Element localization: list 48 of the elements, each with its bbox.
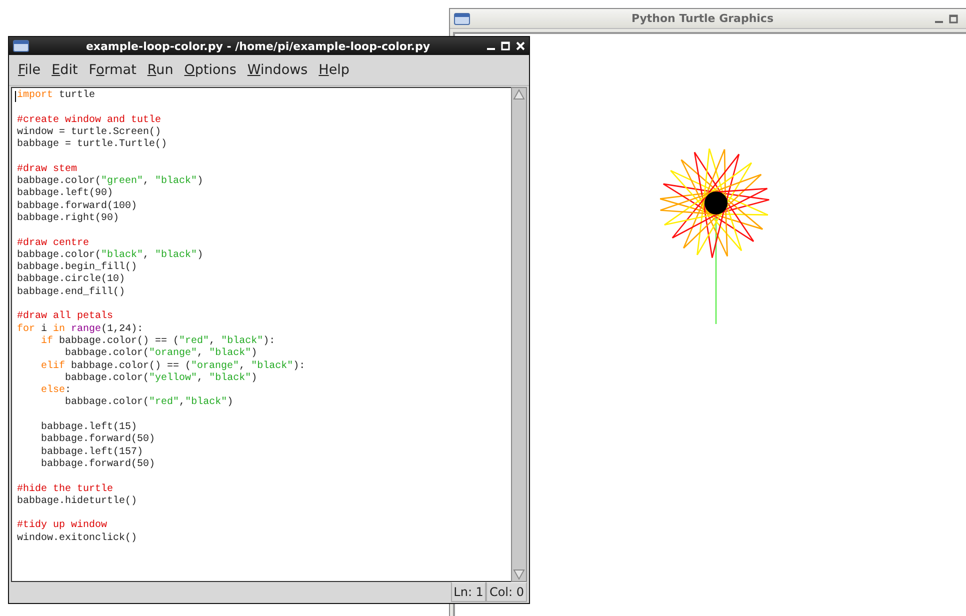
code-line: #hide the turtle	[17, 484, 114, 496]
code-line: babbage.left(157)	[40, 446, 144, 458]
code-line: #draw stem	[17, 164, 78, 176]
code-line: babbage.forward(50)	[40, 434, 156, 446]
code-line: babbage.color("red","black")	[64, 397, 234, 410]
text-cursor	[15, 91, 16, 102]
column-indicator: Col: 0	[486, 582, 527, 602]
code-line: babbage.begin_fill()	[17, 262, 138, 274]
code-line: babbage.right(90)	[17, 212, 120, 226]
code-line: babbage = turtle.Turtle()	[17, 139, 168, 152]
code-line: babbage.left(15)	[40, 422, 138, 434]
code-line: babbage.color("orange", "black")	[64, 348, 258, 360]
code-line: #create window and tutle	[17, 114, 162, 126]
code-line: window = turtle.Screen()	[17, 126, 162, 138]
code-line: #draw all petals	[17, 311, 114, 324]
window-title: example-loop-color.py - /home/pi/example-loop-color.py	[84, 40, 432, 52]
code-editor[interactable]	[11, 87, 511, 582]
code-line: babbage.left(90)	[17, 188, 114, 200]
code-line: babbage.forward(100)	[17, 200, 138, 212]
menu-item[interactable]: Edit	[50, 60, 84, 80]
code-line: babbage.color("yellow", "black")	[64, 372, 258, 386]
menu-item[interactable]: Run	[146, 60, 180, 80]
code-line: babbage.circle(10)	[17, 274, 126, 286]
scrollbar[interactable]	[511, 87, 527, 582]
line-indicator: Ln: 1	[450, 582, 486, 602]
code-line: babbage.end_fill()	[17, 286, 126, 300]
scroll-up-icon[interactable]	[512, 88, 526, 102]
close-icon[interactable]	[516, 41, 525, 51]
code-line: else:	[40, 385, 72, 396]
code-line: babbage.forward(50)	[40, 458, 156, 472]
menu-item[interactable]: File	[17, 60, 47, 80]
menu-item[interactable]: Help	[318, 60, 356, 80]
code-line: babbage.color("black", "black")	[17, 250, 204, 262]
code-line: if babbage.color() == ("red", "black"):	[40, 336, 276, 348]
menu-item[interactable]: Windows	[246, 60, 314, 80]
window-icon	[13, 40, 29, 52]
window-icon	[454, 12, 470, 24]
code-line: #tidy up window	[17, 520, 108, 532]
code-line: babbage.hideturtle()	[17, 496, 138, 508]
code-line: import turtle	[17, 90, 96, 102]
menu-item[interactable]: Options	[183, 60, 242, 80]
code-line: babbage.color("green", "black")	[17, 176, 204, 188]
code-line: #draw centre	[17, 238, 90, 250]
code-line: elif babbage.color() == ("orange", "black"):	[40, 360, 306, 372]
code-line: window.exitonclick()	[17, 532, 138, 545]
menu-item[interactable]: Format	[88, 60, 142, 80]
code-line: for i in range(1,24):	[17, 324, 144, 336]
window-title: Python Turtle Graphics	[630, 12, 775, 25]
